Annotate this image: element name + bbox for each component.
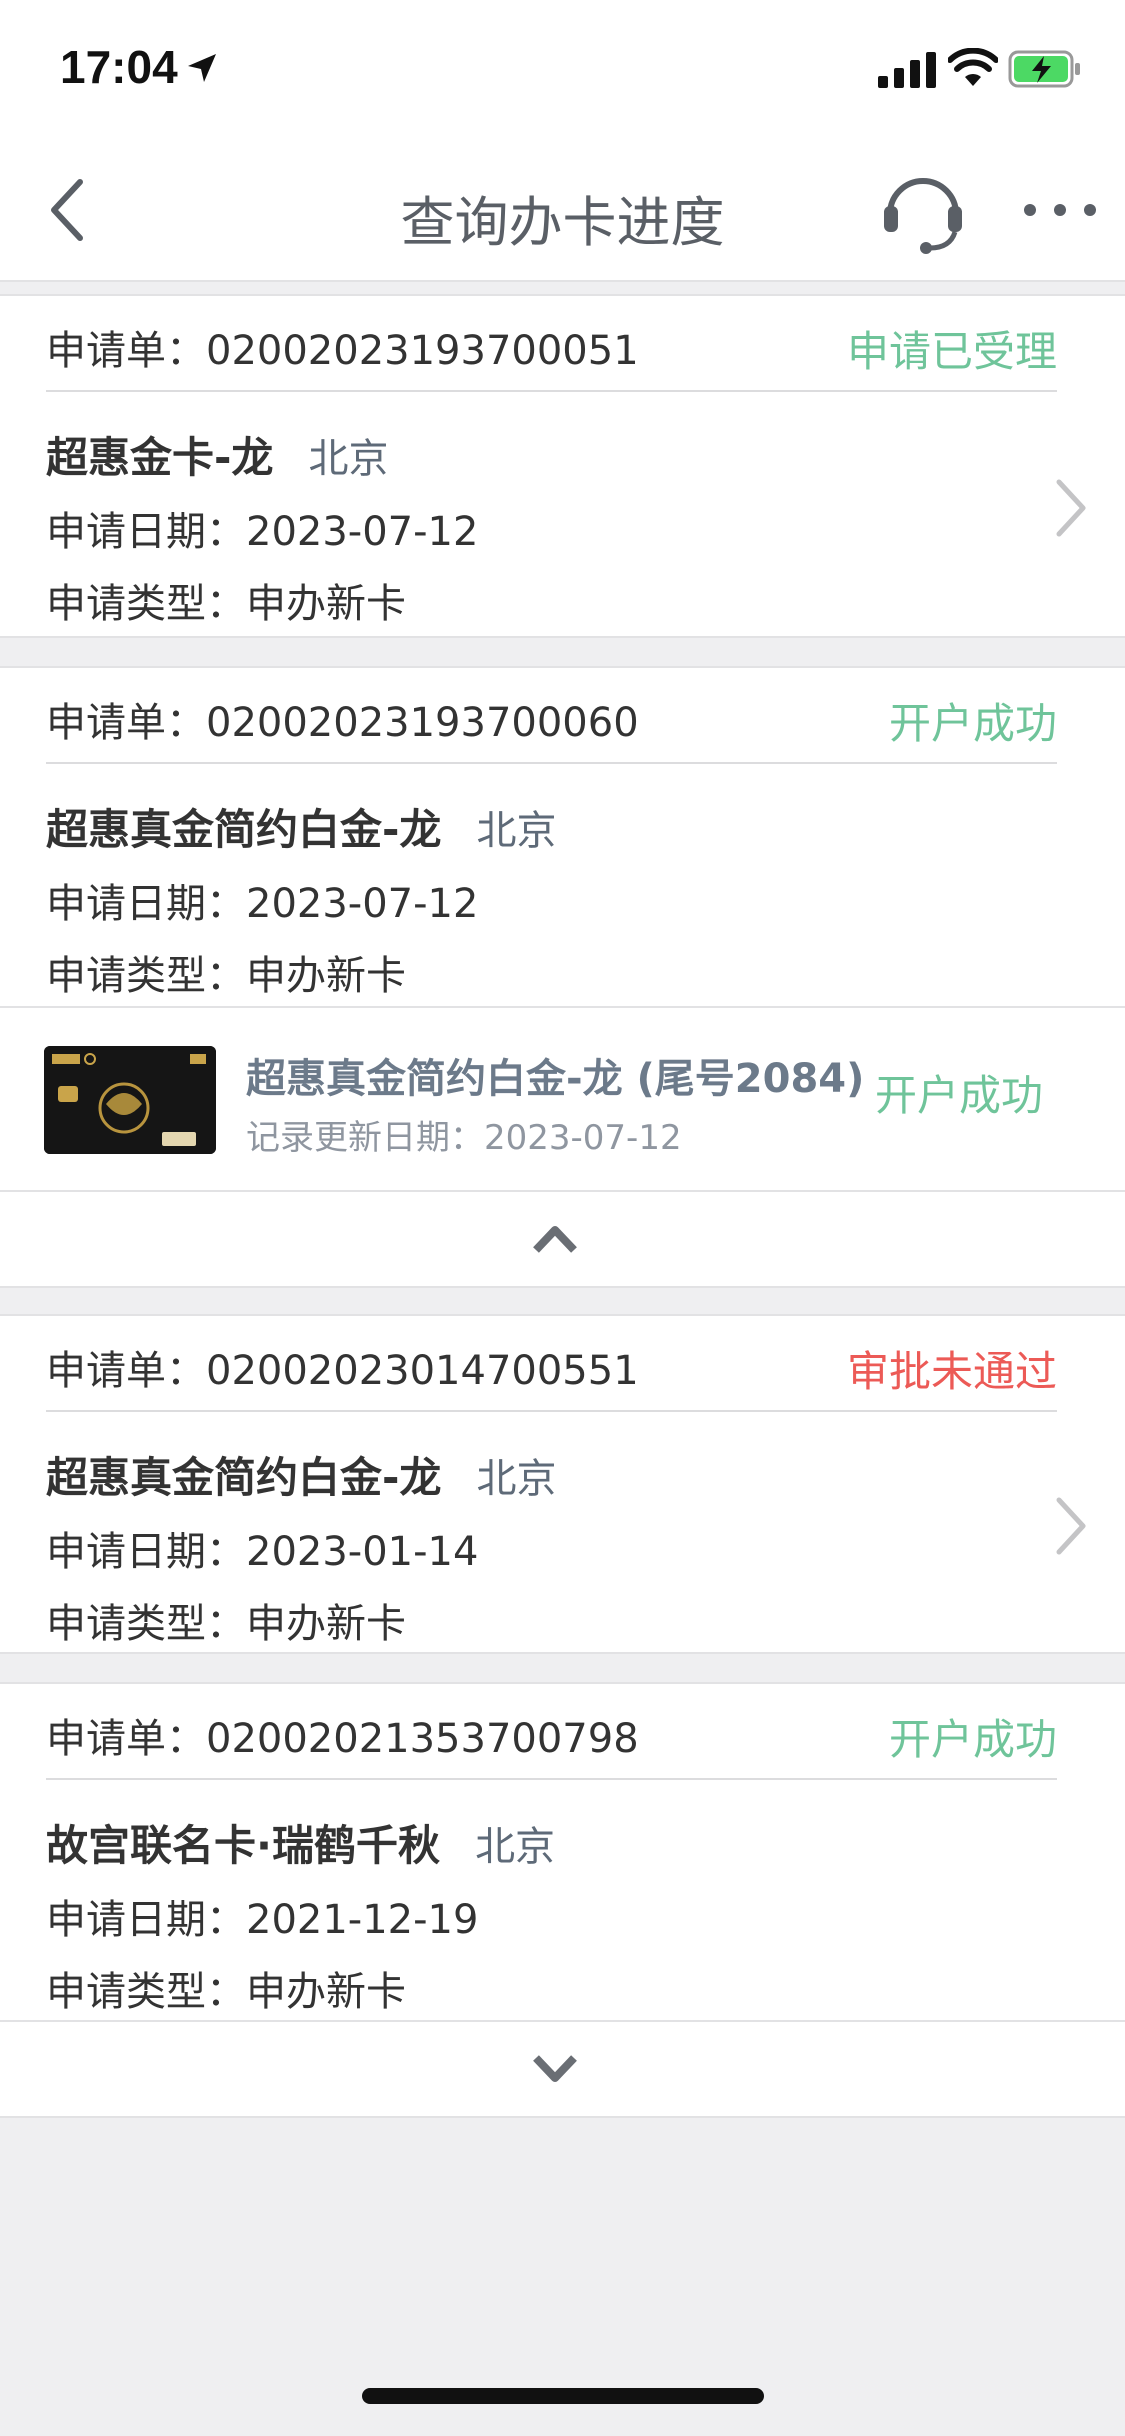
application-number-value: 02002021353700798 — [206, 1716, 639, 1762]
application-number: 申请单：02002023193700060 — [46, 690, 639, 748]
card-city: 北京 — [308, 436, 389, 482]
status-bar: 17:04 — [0, 0, 1125, 140]
chevron-up-icon[interactable] — [530, 1218, 580, 1258]
application-details: 超惠真金简约白金-龙 北京 申请日期：2023-07-12 申请类型：申办新卡 — [46, 796, 557, 1001]
application-number: 申请单：02002023193700051 — [46, 318, 639, 376]
chevron-right-icon[interactable] — [1051, 476, 1091, 540]
card-name: 超惠金卡-龙 — [46, 433, 274, 482]
application-card[interactable]: 申请单：02002023193700051 申请已受理 超惠金卡-龙 北京 申请… — [0, 294, 1125, 638]
location-arrow-icon — [188, 54, 216, 82]
nav-bar: 查询办卡进度 — [0, 140, 1125, 282]
application-details: 超惠真金简约白金-龙 北京 申请日期：2023-01-14 申请类型：申办新卡 — [46, 1444, 557, 1649]
wifi-icon — [948, 48, 998, 86]
application-type: 申请类型：申办新卡 — [46, 953, 406, 999]
status-time: 17:04 — [60, 41, 178, 93]
application-number-row: 申请单：02002023193700060 开户成功 — [46, 668, 1057, 764]
expand-toggle[interactable] — [0, 2020, 1125, 2116]
card-city: 北京 — [476, 808, 557, 854]
application-number-label: 申请单： — [46, 1348, 206, 1394]
application-date: 申请日期：2023-07-12 — [46, 509, 479, 555]
application-number: 申请单：02002021353700798 — [46, 1706, 639, 1764]
application-number-label: 申请单： — [46, 700, 206, 746]
card-thumbnail — [44, 1046, 216, 1154]
application-date: 申请日期：2021-12-19 — [46, 1897, 479, 1943]
application-number: 申请单：02002023014700551 — [46, 1338, 639, 1396]
application-number-label: 申请单： — [46, 1716, 206, 1762]
issued-card-row[interactable]: 超惠真金简约白金-龙 (尾号2084) 记录更新日期：2023-07-12 开户… — [0, 1006, 1125, 1190]
application-details: 超惠金卡-龙 北京 申请日期：2023-07-12 申请类型：申办新卡 — [46, 424, 478, 629]
card-city: 北京 — [475, 1824, 556, 1870]
chevron-down-icon[interactable] — [530, 2048, 580, 2088]
application-number-value: 02002023193700051 — [206, 328, 639, 374]
home-indicator — [362, 2388, 764, 2404]
collapse-toggle[interactable] — [0, 1190, 1125, 1286]
application-number-value: 02002023193700060 — [206, 700, 639, 746]
signal-icon — [878, 52, 936, 88]
status-badge: 开户成功 — [888, 699, 1057, 748]
application-date: 申请日期：2023-07-12 — [46, 881, 479, 927]
application-card[interactable]: 申请单：02002023014700551 审批未通过 超惠真金简约白金-龙 北… — [0, 1314, 1125, 1654]
application-details: 故宫联名卡·瑞鹤千秋 北京 申请日期：2021-12-19 申请类型：申办新卡 — [46, 1812, 555, 2017]
card-thumbnail-art — [44, 1046, 216, 1154]
application-date: 申请日期：2023-01-14 — [46, 1529, 479, 1575]
application-number-value: 02002023014700551 — [206, 1348, 639, 1394]
card-city: 北京 — [476, 1456, 557, 1502]
application-number-label: 申请单： — [46, 328, 206, 374]
application-card[interactable]: 申请单：02002023193700060 开户成功 超惠真金简约白金-龙 北京… — [0, 666, 1125, 1288]
application-card[interactable]: 申请单：02002021353700798 开户成功 故宫联名卡·瑞鹤千秋 北京… — [0, 1682, 1125, 2118]
application-number-row: 申请单：02002023014700551 审批未通过 — [46, 1316, 1057, 1412]
card-name: 超惠真金简约白金-龙 — [46, 805, 442, 854]
application-number-row: 申请单：02002023193700051 申请已受理 — [46, 296, 1057, 392]
issued-card-name: 超惠真金简约白金-龙 (尾号2084) — [246, 1056, 865, 1102]
application-type: 申请类型：申办新卡 — [46, 581, 406, 627]
application-type: 申请类型：申办新卡 — [46, 1969, 406, 2015]
issued-card-status: 开户成功 — [874, 1071, 1043, 1120]
application-type: 申请类型：申办新卡 — [46, 1601, 406, 1647]
card-name: 超惠真金简约白金-龙 — [46, 1453, 442, 1502]
application-number-row: 申请单：02002021353700798 开户成功 — [46, 1684, 1057, 1780]
issued-card-update-date: 记录更新日期：2023-07-12 — [246, 1118, 682, 1158]
status-badge: 审批未通过 — [846, 1347, 1057, 1396]
battery-charging-icon — [1008, 50, 1080, 88]
headset-icon[interactable] — [880, 166, 966, 256]
chevron-right-icon[interactable] — [1051, 1494, 1091, 1558]
status-badge: 开户成功 — [888, 1715, 1057, 1764]
card-name: 故宫联名卡·瑞鹤千秋 — [46, 1821, 440, 1870]
more-dots-icon[interactable] — [1020, 190, 1100, 230]
status-badge: 申请已受理 — [846, 327, 1057, 376]
